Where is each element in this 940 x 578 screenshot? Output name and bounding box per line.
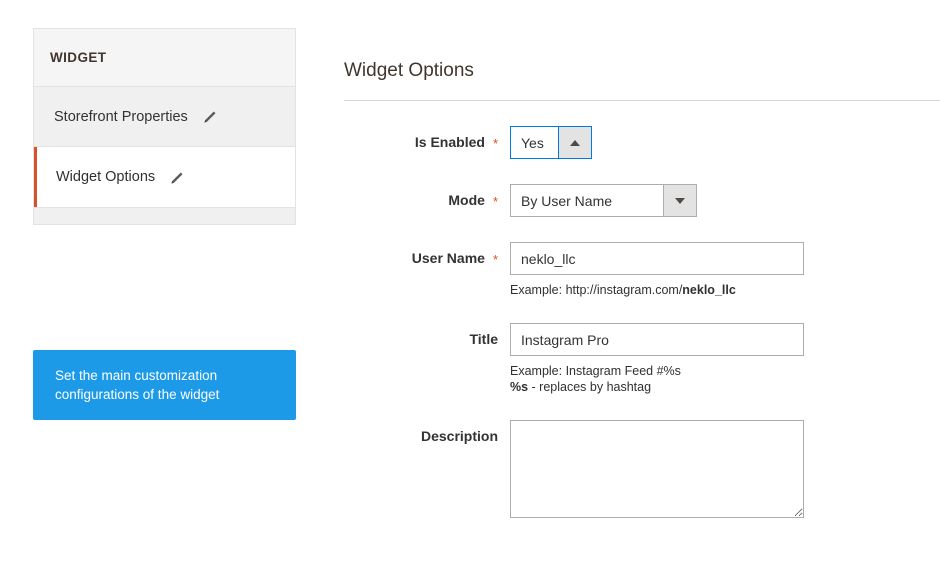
field-control-cell: By User Name — [498, 184, 697, 217]
description-label: Description — [420, 428, 498, 444]
pencil-icon[interactable] — [202, 110, 217, 125]
sidebar-footer-strip — [34, 207, 295, 224]
page-title: Widget Options — [344, 60, 474, 81]
user-name-input[interactable] — [510, 242, 804, 275]
chevron-down-icon[interactable] — [663, 185, 696, 216]
mode-label: Mode — [448, 192, 485, 208]
title-input[interactable] — [510, 323, 804, 356]
field-label-cell: Is Enabled * — [344, 126, 498, 150]
title-hint-line-2-rest: - replaces by hashtag — [528, 380, 652, 394]
pencil-icon[interactable] — [169, 171, 184, 186]
is-enabled-value: Yes — [511, 127, 558, 158]
user-name-hint: Example: http://instagram.com/neklo_llc — [510, 282, 804, 298]
field-control-cell: Example: http://instagram.com/neklo_llc — [498, 242, 804, 298]
sidebar-item-widget-options[interactable]: Widget Options — [34, 147, 295, 207]
field-row-user-name: User Name * Example: http://instagram.co… — [344, 217, 940, 298]
is-enabled-select[interactable]: Yes — [510, 126, 592, 159]
sidebar-item-label: Widget Options — [56, 169, 156, 185]
sidebar-item-storefront-properties[interactable]: Storefront Properties — [34, 87, 295, 147]
tooltip-callout: Set the main customization configuration… — [33, 350, 296, 420]
field-row-is-enabled: Is Enabled * Yes — [344, 101, 940, 159]
widget-options-form: Widget Options Is Enabled * Yes Mode * B… — [344, 60, 940, 578]
tooltip-text: Set the main customization configuration… — [55, 368, 220, 402]
description-textarea[interactable] — [510, 420, 804, 518]
field-control-cell: Example: Instagram Feed #%s %s - replace… — [498, 323, 804, 395]
field-control-cell: Yes — [498, 126, 592, 159]
field-label-cell: Mode * — [344, 184, 498, 208]
title-hint: Example: Instagram Feed #%s %s - replace… — [510, 363, 804, 395]
field-label-cell: Title — [344, 323, 498, 347]
required-asterisk: * — [492, 252, 498, 267]
is-enabled-label: Is Enabled — [414, 134, 485, 150]
field-label-cell: User Name * — [344, 242, 498, 266]
sidebar-title: WIDGET — [50, 50, 107, 65]
widget-sidebar-panel: WIDGET Storefront Properties Widget Opti… — [33, 28, 296, 225]
field-control-cell — [498, 420, 804, 518]
required-asterisk: * — [492, 194, 498, 209]
title-hint-line-1: Example: Instagram Feed #%s — [510, 364, 681, 378]
user-name-label: User Name — [411, 250, 485, 266]
required-asterisk: * — [492, 136, 498, 151]
sidebar-header: WIDGET — [34, 29, 295, 87]
title-hint-token: %s — [510, 380, 529, 394]
field-label-cell: Description — [344, 420, 498, 444]
sidebar-item-label: Storefront Properties — [54, 108, 188, 125]
chevron-up-icon[interactable] — [558, 127, 591, 158]
mode-select[interactable]: By User Name — [510, 184, 697, 217]
title-label: Title — [469, 331, 498, 347]
field-row-title: Title Example: Instagram Feed #%s %s - r… — [344, 298, 940, 395]
user-name-hint-prefix: Example: http://instagram.com/ — [510, 283, 683, 297]
user-name-hint-bold: neklo_llc — [682, 283, 736, 297]
field-row-mode: Mode * By User Name — [344, 159, 940, 217]
field-row-description: Description — [344, 395, 940, 518]
title-hint-line-2: %s - replaces by hashtag — [510, 379, 804, 395]
mode-value: By User Name — [511, 185, 663, 216]
